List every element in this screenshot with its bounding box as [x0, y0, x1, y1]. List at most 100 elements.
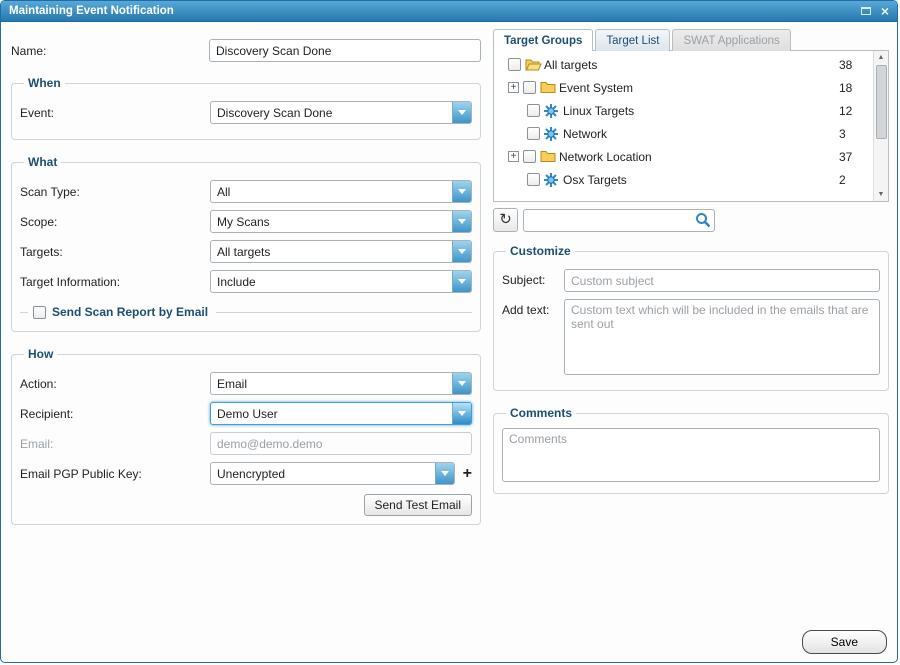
scan-type-value: All [211, 185, 452, 199]
target-tabs: Target Groups Target List SWAT Applicati… [493, 29, 889, 50]
expand-icon[interactable]: + [508, 151, 519, 162]
name-row: Name: [11, 39, 481, 62]
targets-label: Targets: [20, 245, 210, 259]
send-report-checkbox[interactable] [33, 306, 46, 319]
add-key-button[interactable]: + [463, 467, 472, 481]
chevron-down-icon[interactable] [452, 271, 471, 292]
expand-icon[interactable]: + [508, 82, 519, 93]
close-icon[interactable]: × [881, 4, 889, 18]
tree-row[interactable]: Network 3 [496, 122, 871, 145]
tree-checkbox[interactable] [508, 58, 521, 71]
tab-target-list[interactable]: Target List [595, 29, 670, 51]
action-label: Action: [20, 377, 210, 391]
action-row: Action: Email [20, 372, 472, 395]
comments-input[interactable] [502, 428, 880, 482]
search-icon[interactable] [694, 212, 712, 229]
popout-icon[interactable] [861, 7, 871, 15]
tree-label: Network Location [559, 150, 839, 164]
recipient-label: Recipient: [20, 407, 210, 421]
add-text-row: Add text: [502, 299, 880, 375]
tree-checkbox[interactable] [527, 104, 540, 117]
how-section: How Action: Email Recipient: Demo User E… [11, 347, 481, 525]
left-panel: Name: When Event: Discovery Scan Done Wh… [11, 31, 481, 540]
scroll-up-icon[interactable]: ▲ [878, 51, 885, 64]
action-select[interactable]: Email [210, 372, 472, 395]
chevron-down-icon[interactable] [452, 403, 471, 424]
target-info-row: Target Information: Include [20, 270, 472, 293]
email-field [210, 432, 472, 455]
tree-search-input[interactable] [523, 209, 715, 232]
chevron-down-icon[interactable] [452, 181, 471, 202]
what-legend: What [24, 155, 61, 169]
tree-row[interactable]: All targets 38 [496, 53, 871, 76]
subject-input[interactable] [564, 269, 880, 292]
targets-select[interactable]: All targets [210, 240, 472, 263]
pgp-label: Email PGP Public Key: [20, 467, 210, 481]
tree-label: Linux Targets [563, 104, 839, 118]
tree-search-row: ↻ [493, 208, 889, 232]
folder-icon [540, 150, 559, 163]
when-section: When Event: Discovery Scan Done [11, 76, 481, 140]
name-input[interactable] [209, 39, 481, 62]
pgp-select[interactable]: Unencrypted [210, 462, 455, 485]
tree-checkbox[interactable] [527, 173, 540, 186]
scope-label: Scope: [20, 215, 210, 229]
recipient-row: Recipient: Demo User [20, 402, 472, 425]
pgp-value: Unencrypted [211, 467, 435, 481]
comments-section: Comments [493, 406, 889, 494]
scrollbar-thumb[interactable] [876, 65, 887, 139]
refresh-button[interactable]: ↻ [493, 208, 518, 232]
tree-count: 2 [839, 173, 871, 187]
tree-row[interactable]: + Network Location 37 [496, 145, 871, 168]
event-label: Event: [20, 106, 210, 120]
scope-select[interactable]: My Scans [210, 210, 472, 233]
folder-icon [540, 81, 559, 94]
tab-swat-applications: SWAT Applications [672, 29, 790, 51]
tree-row[interactable]: Osx Targets 2 [496, 168, 871, 191]
tree-checkbox[interactable] [523, 150, 536, 163]
scan-type-select[interactable]: All [210, 180, 472, 203]
targets-value: All targets [211, 245, 452, 259]
when-legend: When [24, 76, 65, 90]
recipient-select[interactable]: Demo User [210, 402, 472, 425]
send-report-row: Send Scan Report by Email [20, 305, 472, 319]
tree-label: Event System [559, 81, 839, 95]
tree-count: 12 [839, 104, 871, 118]
scope-row: Scope: My Scans [20, 210, 472, 233]
event-select[interactable]: Discovery Scan Done [210, 101, 472, 124]
tree-checkbox[interactable] [523, 81, 536, 94]
event-notification-dialog: Maintaining Event Notification × Name: W… [0, 0, 898, 663]
chevron-down-icon[interactable] [452, 373, 471, 394]
tree-checkbox[interactable] [527, 127, 540, 140]
tree-row[interactable]: + Event System 18 [496, 76, 871, 99]
target-tree: All targets 38 + Event System 18 [493, 50, 889, 202]
target-info-select[interactable]: Include [210, 270, 472, 293]
chevron-down-icon[interactable] [452, 211, 471, 232]
tree-items: All targets 38 + Event System 18 [496, 53, 871, 201]
name-label: Name: [11, 44, 209, 58]
target-group-icon [544, 173, 563, 187]
right-panel: Target Groups Target List SWAT Applicati… [493, 29, 889, 509]
chevron-down-icon[interactable] [435, 463, 454, 484]
scan-type-row: Scan Type: All [20, 180, 472, 203]
chevron-down-icon[interactable] [452, 241, 471, 262]
event-value: Discovery Scan Done [211, 106, 452, 120]
scope-value: My Scans [211, 215, 452, 229]
send-report-label: Send Scan Report by Email [52, 305, 208, 319]
chevron-down-icon[interactable] [452, 102, 471, 123]
tree-label: Network [563, 127, 839, 141]
tree-row[interactable]: Linux Targets 12 [496, 99, 871, 122]
action-value: Email [211, 377, 452, 391]
scroll-down-icon[interactable]: ▼ [878, 188, 885, 201]
recipient-value: Demo User [211, 407, 452, 421]
how-legend: How [24, 347, 57, 361]
subject-row: Subject: [502, 269, 880, 292]
save-button[interactable]: Save [802, 630, 887, 654]
tab-target-groups[interactable]: Target Groups [493, 29, 593, 51]
add-text-input[interactable] [564, 299, 880, 375]
tree-scrollbar[interactable]: ▲ ▼ [873, 51, 888, 201]
send-test-email-button[interactable]: Send Test Email [364, 494, 473, 516]
email-label: Email: [20, 437, 210, 451]
customize-legend: Customize [506, 244, 575, 258]
event-row: Event: Discovery Scan Done [20, 101, 472, 124]
